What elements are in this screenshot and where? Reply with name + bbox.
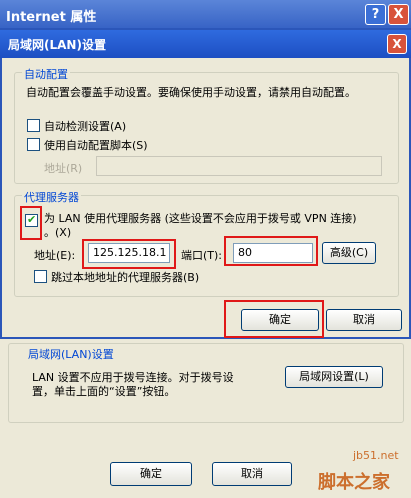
auto-detect-label[interactable]: 自动检测设置(A) (44, 118, 126, 134)
use-proxy-label[interactable]: 为 LAN 使用代理服务器 (这些设置不会应用于拨号或 VPN 连接) (44, 210, 357, 226)
use-proxy-label-cont[interactable]: 。(X) (44, 224, 71, 240)
parent-cancel-button[interactable]: 取消 (212, 462, 292, 486)
watermark-brand: 脚本之家 (318, 472, 390, 493)
parent-lan-description-line2: 置，单击上面的“设置”按钮。 (32, 385, 176, 398)
auto-config-legend: 自动配置 (22, 66, 70, 82)
dialog-ok-button[interactable]: 确定 (241, 309, 319, 331)
proxy-port-label: 端口(T): (181, 249, 223, 262)
proxy-server-legend: 代理服务器 (22, 189, 81, 205)
proxy-port-input[interactable]: 80 (233, 243, 313, 263)
lan-settings-button[interactable]: 局域网设置(L) (285, 366, 383, 388)
use-script-label[interactable]: 使用自动配置脚本(S) (44, 137, 148, 153)
script-address-label: 地址(R) (44, 162, 83, 175)
parent-ok-button[interactable]: 确定 (110, 462, 192, 486)
outer-title-bar: Internet 属性 (0, 0, 411, 30)
bypass-local-checkbox[interactable] (34, 270, 47, 283)
dialog-title-bar: 局域网(LAN)设置 (0, 30, 411, 58)
use-script-checkbox[interactable] (27, 138, 40, 151)
outer-window-title: Internet 属性 (6, 10, 97, 25)
dialog-close-button[interactable]: X (387, 34, 407, 54)
auto-config-description: 自动配置会覆盖手动设置。要确保使用手动设置，请禁用自动配置。 (26, 86, 356, 99)
proxy-address-input[interactable]: 125.125.18.1 (88, 243, 170, 263)
use-proxy-checkbox[interactable] (25, 213, 38, 227)
bypass-local-label[interactable]: 跳过本地地址的代理服务器(B) (51, 269, 199, 285)
outer-close-button[interactable]: X (388, 4, 409, 25)
advanced-button[interactable]: 高级(C) (322, 242, 376, 264)
parent-lan-legend: 局域网(LAN)设置 (26, 346, 116, 362)
dialog-cancel-button[interactable]: 取消 (326, 309, 402, 331)
help-button[interactable]: ? (365, 4, 386, 25)
dialog-title: 局域网(LAN)设置 (8, 38, 106, 52)
proxy-address-label: 地址(E): (34, 249, 76, 262)
watermark-site: jb51.net (353, 449, 399, 462)
auto-detect-checkbox[interactable] (27, 119, 40, 132)
script-address-input[interactable] (96, 156, 382, 176)
